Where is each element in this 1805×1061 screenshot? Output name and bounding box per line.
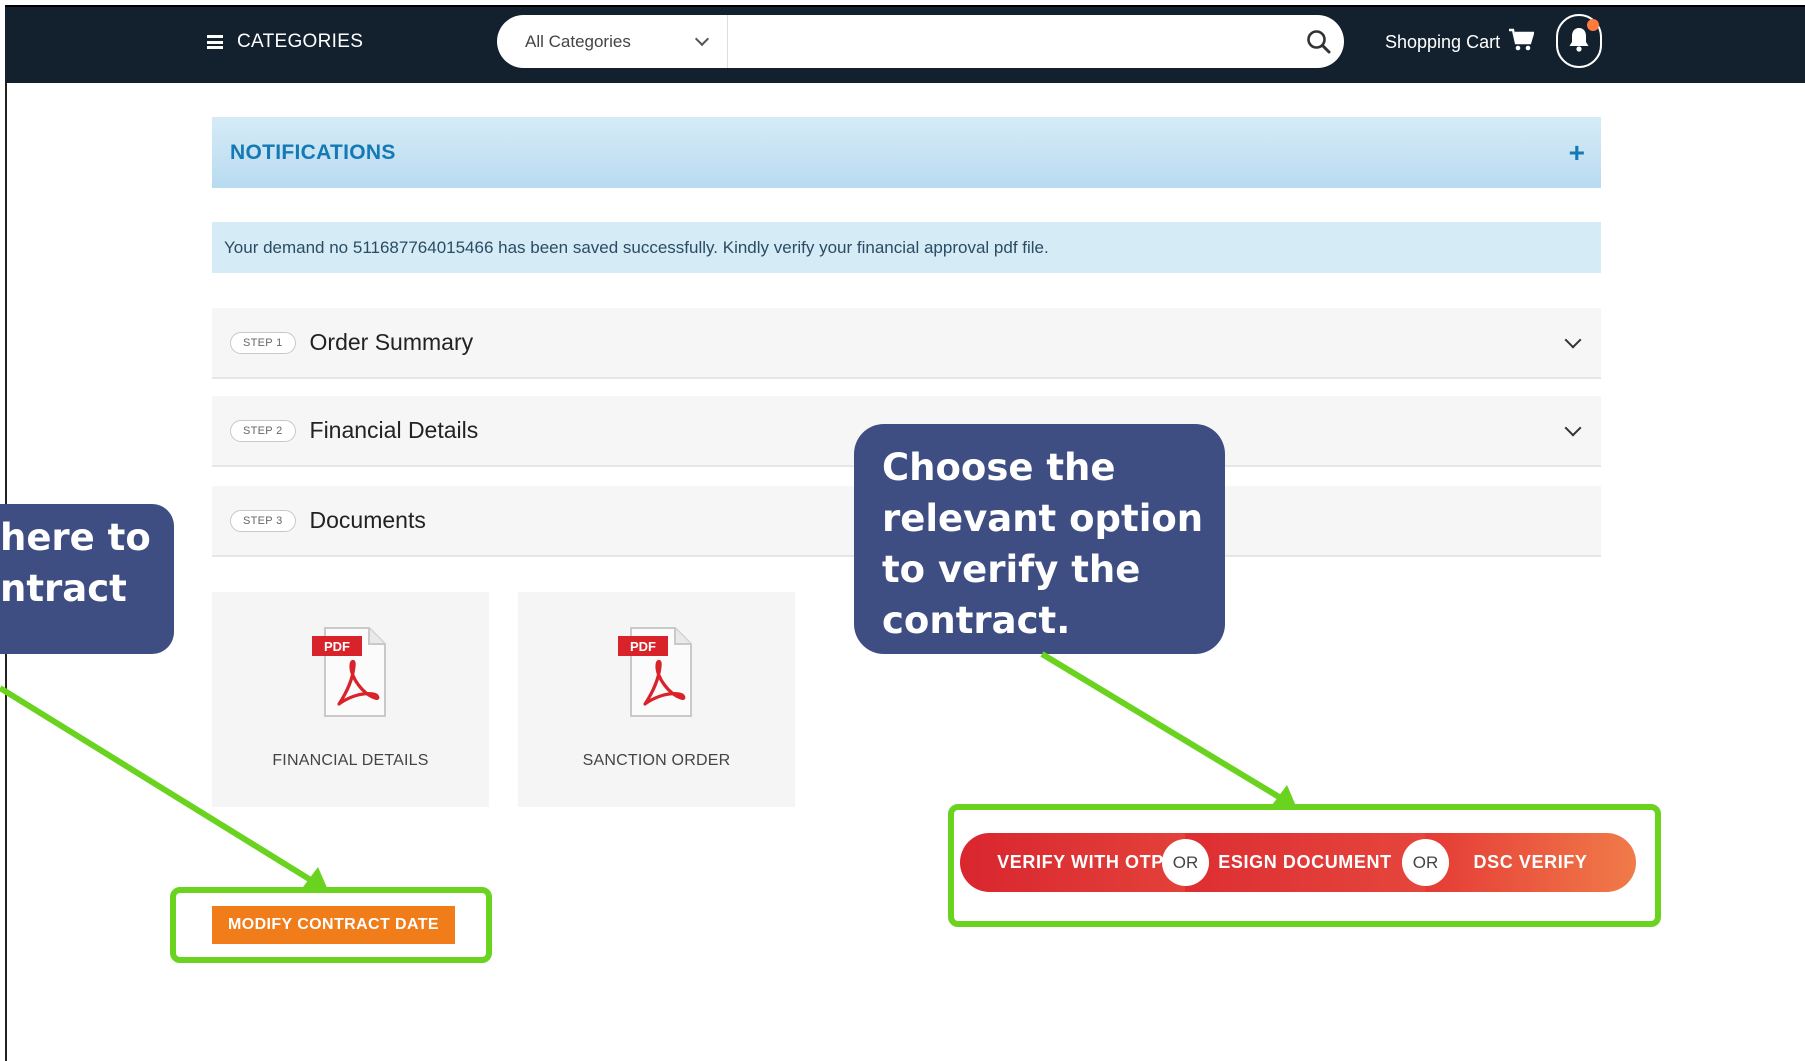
dsc-verify-button[interactable]: DSC VERIFY <box>1425 833 1636 892</box>
step-badge: STEP 1 <box>230 331 296 354</box>
document-label: FINANCIAL DETAILS <box>272 752 429 769</box>
step-title: Documents <box>309 507 426 533</box>
pdf-icon: PDF <box>307 622 392 722</box>
search-input[interactable] <box>728 15 1294 68</box>
step-badge: STEP 3 <box>230 509 296 532</box>
pdf-icon: PDF <box>613 622 698 722</box>
chevron-down-icon[interactable] <box>1564 419 1582 437</box>
shopping-cart-label: Shopping Cart <box>1385 31 1501 52</box>
callout-text-line: relevant option <box>882 497 1204 540</box>
document-card-financial-details[interactable]: PDF FINANCIAL DETAILS <box>212 592 489 807</box>
cart-icon <box>1508 28 1535 57</box>
modify-contract-date-button[interactable]: MODIFY CONTRACT DATE <box>212 906 455 944</box>
categories-label: CATEGORIES <box>237 31 364 52</box>
document-label: SANCTION ORDER <box>582 752 731 769</box>
step-order-summary[interactable]: STEP 1 Order Summary <box>212 308 1601 379</box>
esign-document-button[interactable]: ESIGN DOCUMENT <box>1185 833 1425 892</box>
callout-text-line: Choose the <box>882 446 1116 489</box>
verify-with-otp-button[interactable]: VERIFY WITH OTP <box>960 833 1185 892</box>
notification-bell-button[interactable] <box>1556 14 1602 68</box>
hamburger-icon <box>207 35 223 49</box>
success-alert: Your demand no 511687764015466 has been … <box>212 222 1601 273</box>
notifications-title: NOTIFICATIONS <box>230 140 396 164</box>
callout-text-line: here to <box>0 516 151 559</box>
search-bar: All Categories <box>497 15 1344 68</box>
shopping-cart-link[interactable]: Shopping Cart <box>1385 26 1535 58</box>
step-badge: STEP 2 <box>230 419 296 442</box>
category-select[interactable]: All Categories <box>497 15 728 68</box>
chevron-down-icon <box>694 31 710 47</box>
callout-text-line: to verify the <box>882 548 1141 591</box>
step-title: Financial Details <box>309 417 479 443</box>
pdf-tag: PDF <box>324 639 350 654</box>
or-separator: OR <box>1162 839 1209 886</box>
step-title: Order Summary <box>309 329 474 355</box>
pdf-tag: PDF <box>630 639 656 654</box>
alert-message: Your demand no 511687764015466 has been … <box>224 237 1049 257</box>
callout-text-line: ntract <box>0 567 127 610</box>
callout-verify-instruction: Choose the relevant option to verify the… <box>854 424 1225 654</box>
plus-icon[interactable]: + <box>1569 138 1585 167</box>
or-separator: OR <box>1402 839 1449 886</box>
callout-modify-instruction: here to ntract <box>0 504 174 654</box>
chevron-down-icon[interactable] <box>1564 331 1582 349</box>
verify-options-group: VERIFY WITH OTP ESIGN DOCUMENT DSC VERIF… <box>960 833 1636 892</box>
notifications-panel-header[interactable]: NOTIFICATIONS + <box>212 117 1601 188</box>
category-select-value: All Categories <box>525 31 631 51</box>
notification-dot <box>1587 19 1599 31</box>
bell-icon <box>1568 26 1590 57</box>
callout-text-line: contract. <box>882 599 1071 642</box>
categories-menu[interactable]: CATEGORIES <box>207 24 363 60</box>
document-card-sanction-order[interactable]: PDF SANCTION ORDER <box>518 592 795 807</box>
